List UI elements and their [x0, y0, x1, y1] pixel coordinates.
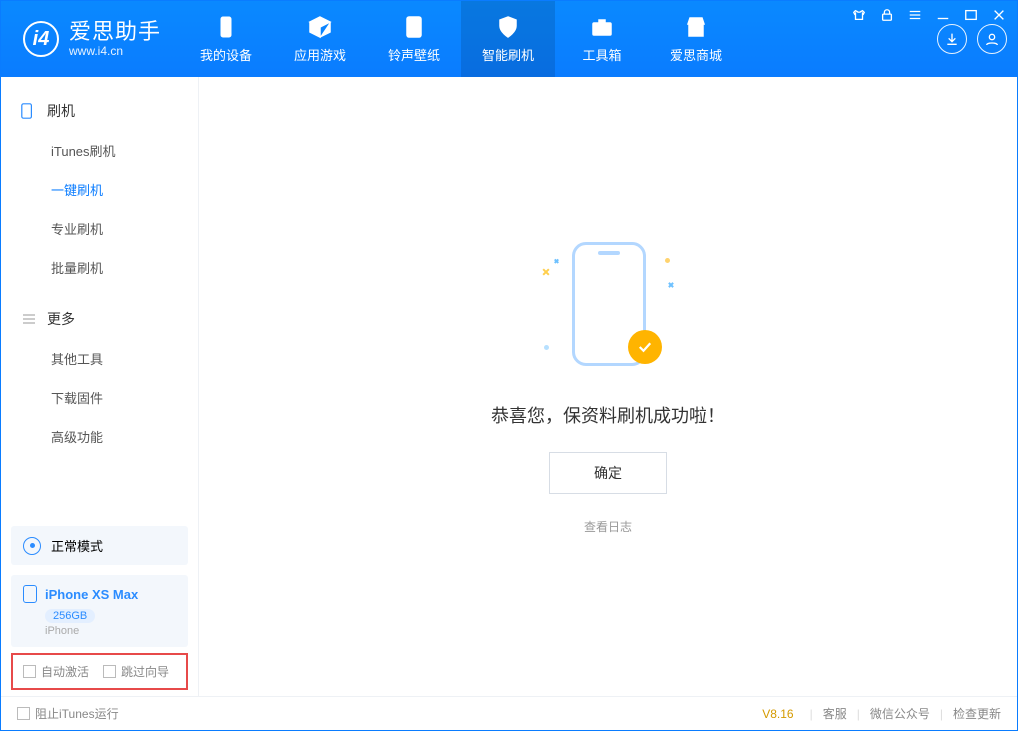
- phone-outline-icon: [21, 103, 37, 119]
- sidebar-item-download-firmware[interactable]: 下载固件: [1, 378, 198, 417]
- sidebar-item-batch-flash[interactable]: 批量刷机: [1, 248, 198, 287]
- checkbox-auto-activate[interactable]: 自动激活: [23, 663, 89, 680]
- device-storage-badge: 256GB: [45, 609, 95, 623]
- main-tabs: 我的设备 应用游戏 铃声壁纸 智能刷机 工具箱 爱思商城: [179, 1, 743, 77]
- main-content: 恭喜您，保资料刷机成功啦！ 确定 查看日志: [199, 77, 1017, 696]
- success-illustration: [548, 238, 668, 378]
- device-name: iPhone XS Max: [45, 587, 138, 602]
- confirm-button[interactable]: 确定: [549, 452, 667, 494]
- checkbox-block-itunes[interactable]: 阻止iTunes运行: [17, 705, 119, 722]
- list-icon: [21, 311, 37, 327]
- brand: i4 爱思助手 www.i4.cn: [1, 1, 179, 77]
- dot-icon: [665, 258, 670, 263]
- toolbox-icon: [588, 15, 616, 39]
- sidebar-group-more: 更多: [1, 299, 198, 339]
- store-icon: [682, 15, 710, 39]
- cube-icon: [306, 15, 334, 39]
- music-file-icon: [400, 15, 428, 39]
- view-log-link[interactable]: 查看日志: [584, 518, 632, 535]
- user-icon[interactable]: [977, 24, 1007, 54]
- footer-link-update[interactable]: 检查更新: [953, 705, 1001, 722]
- mode-label: 正常模式: [51, 536, 103, 555]
- close-icon[interactable]: [991, 7, 1007, 23]
- brand-subtitle: www.i4.cn: [69, 45, 161, 58]
- device-icon: [212, 15, 240, 39]
- mode-card[interactable]: 正常模式: [11, 526, 188, 565]
- sidebar-item-oneclick-flash[interactable]: 一键刷机: [1, 170, 198, 209]
- device-type: iPhone: [45, 625, 176, 637]
- checkbox-icon: [103, 665, 116, 678]
- footer: 阻止iTunes运行 V8.16 | 客服 | 微信公众号 | 检查更新: [1, 696, 1017, 730]
- sidebar-item-other-tools[interactable]: 其他工具: [1, 339, 198, 378]
- sidebar-item-advanced[interactable]: 高级功能: [1, 417, 198, 456]
- tab-store[interactable]: 爱思商城: [649, 1, 743, 77]
- window-controls: [851, 7, 1007, 23]
- footer-link-wechat[interactable]: 微信公众号: [870, 705, 930, 722]
- tab-apps-games[interactable]: 应用游戏: [273, 1, 367, 77]
- activation-options-row: 自动激活 跳过向导: [11, 653, 188, 690]
- tab-label: 应用游戏: [294, 45, 346, 64]
- sparkle-icon: [540, 266, 551, 277]
- app-window: i4 爱思助手 www.i4.cn 我的设备 应用游戏 铃声壁纸 智能刷机: [0, 0, 1018, 731]
- sidebar-item-itunes-flash[interactable]: iTunes刷机: [1, 131, 198, 170]
- tab-ringtones[interactable]: 铃声壁纸: [367, 1, 461, 77]
- checkbox-icon: [23, 665, 36, 678]
- sparkle-icon: [667, 281, 675, 289]
- tab-label: 铃声壁纸: [388, 45, 440, 64]
- sidebar-item-pro-flash[interactable]: 专业刷机: [1, 209, 198, 248]
- body: 刷机 iTunes刷机 一键刷机 专业刷机 批量刷机 更多 其他工具 下载固件 …: [1, 77, 1017, 696]
- footer-link-support[interactable]: 客服: [823, 705, 847, 722]
- sparkle-icon: [553, 257, 560, 264]
- download-icon[interactable]: [937, 24, 967, 54]
- tab-toolbox[interactable]: 工具箱: [555, 1, 649, 77]
- sidebar: 刷机 iTunes刷机 一键刷机 专业刷机 批量刷机 更多 其他工具 下载固件 …: [1, 77, 199, 696]
- maximize-icon[interactable]: [963, 7, 979, 23]
- checkbox-skip-guide[interactable]: 跳过向导: [103, 663, 169, 680]
- device-phone-icon: [23, 585, 37, 603]
- sidebar-group-flash: 刷机: [1, 91, 198, 131]
- brand-logo-icon: i4: [23, 21, 59, 57]
- checkbox-icon: [17, 707, 30, 720]
- sidebar-group-title: 刷机: [47, 101, 75, 121]
- tab-my-device[interactable]: 我的设备: [179, 1, 273, 77]
- tshirt-icon[interactable]: [851, 7, 867, 23]
- tab-label: 工具箱: [583, 45, 622, 64]
- version-label: V8.16: [762, 707, 793, 721]
- tab-label: 我的设备: [200, 45, 252, 64]
- dot-icon: [544, 345, 549, 350]
- header-toolbar: i4 爱思助手 www.i4.cn 我的设备 应用游戏 铃声壁纸 智能刷机: [1, 1, 1017, 77]
- tab-flash[interactable]: 智能刷机: [461, 1, 555, 77]
- tab-label: 爱思商城: [670, 45, 722, 64]
- tab-label: 智能刷机: [482, 45, 534, 64]
- device-card[interactable]: iPhone XS Max 256GB iPhone: [11, 575, 188, 647]
- mode-status-icon: [23, 537, 41, 555]
- success-check-icon: [628, 330, 662, 364]
- minimize-icon[interactable]: [935, 7, 951, 23]
- menu-icon[interactable]: [907, 7, 923, 23]
- sidebar-group-title: 更多: [47, 309, 75, 329]
- lock-icon[interactable]: [879, 7, 895, 23]
- brand-title: 爱思助手: [69, 20, 161, 44]
- shield-refresh-icon: [494, 15, 522, 39]
- success-message: 恭喜您，保资料刷机成功啦！: [491, 402, 725, 428]
